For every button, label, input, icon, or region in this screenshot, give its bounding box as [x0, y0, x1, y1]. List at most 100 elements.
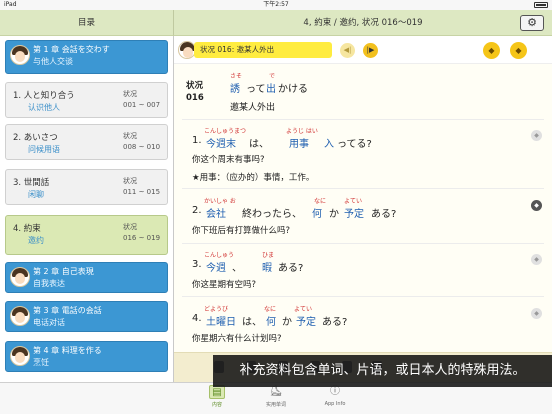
lesson-status-label: 状况	[123, 177, 137, 185]
ruby-text: ひま	[262, 252, 275, 259]
clock: 下午2:57	[263, 1, 289, 8]
sentence-jp-part: 、	[232, 263, 242, 274]
sidebar-chapter-2[interactable]: 第 2 章 自己表現 自我表达	[5, 262, 168, 293]
sidebar-lesson-4[interactable]: 4. 約束 邀约 状况 016 ~ 019	[5, 215, 168, 255]
sentence-note: ★用事：（应办的）事情，工作。	[192, 173, 315, 183]
sentence-jp-part: 予定	[344, 209, 364, 220]
sentence-jp-part: 土曜日	[206, 317, 236, 328]
sidebar-lesson-3[interactable]: 3. 世間話 闲聊 状况 011 ~ 015	[5, 169, 168, 205]
tag-icon[interactable]: ◆	[531, 308, 542, 319]
avatar-icon	[10, 346, 30, 366]
chapter-title: 第 4 章 料理を作る	[33, 346, 102, 355]
sentence-jp-part: は、	[242, 317, 262, 328]
divider	[182, 119, 544, 120]
sentence-jp-part: ある?	[322, 317, 348, 328]
tab-vocabulary[interactable]: ⛸ 实用单词	[246, 385, 306, 408]
avatar-icon	[10, 306, 30, 326]
shoe-icon: ⛸	[269, 386, 283, 397]
ruby-text: かいしゃ お	[204, 198, 236, 205]
book-icon: ▤	[209, 385, 225, 399]
tag-icon[interactable]: ◆	[483, 42, 500, 59]
sidebar-lesson-2[interactable]: 2. あいさつ 问候用语 状况 008 ~ 010	[5, 124, 168, 160]
sidebar-chapter-3[interactable]: 第 3 章 電話の会話 电话对话	[5, 301, 168, 332]
chapter-title: 第 3 章 電話の会話	[33, 306, 102, 315]
ruby-text: こんしゅう	[204, 252, 235, 259]
ruby-text: よてい	[294, 306, 313, 313]
sentence-jp-part: 会社	[206, 209, 226, 220]
scenario-label: 状况	[186, 81, 204, 91]
sentence-cn: 你星期六有什么计划吗?	[192, 334, 282, 344]
sidebar-chapter-4[interactable]: 第 4 章 料理を作る 烹饪	[5, 341, 168, 372]
sentence-jp-part: 暇	[262, 263, 272, 274]
lesson-status-label: 状况	[123, 132, 137, 140]
lesson-title: 3. 世間話	[13, 178, 50, 188]
sentence-jp-part: 入	[324, 139, 334, 150]
scenario-cn: 邀某人外出	[230, 103, 276, 113]
ruby-text: こんしゅうまつ	[204, 128, 247, 135]
lesson-subtitle: 闲聊	[28, 190, 44, 199]
divider	[182, 296, 544, 297]
scenario-toolbar: 状况 016: 邀某人外出 ◀| |▶ ◆ ◆	[174, 36, 552, 64]
tab-label: 实用单词	[265, 402, 286, 408]
sentence-jp-part: か	[282, 317, 292, 328]
sentence-jp-part: 今週末	[206, 139, 236, 150]
tab-label: 内容	[211, 402, 222, 408]
tag-icon[interactable]: ◆	[531, 200, 542, 211]
divider	[182, 243, 544, 244]
sentence-number: 1.	[192, 135, 202, 146]
sentence-cn: 你这个周末有事吗?	[192, 155, 265, 165]
lesson-status-label: 状况	[123, 90, 137, 98]
tab-content[interactable]: ▤ 内容	[187, 385, 247, 408]
chapter-title: 第 2 章 自己表現	[33, 267, 94, 276]
chapter-subtitle: 电话对话	[33, 318, 65, 327]
content-navbar: 4, 約束 / 邀约, 状况 016～019 ⚙	[174, 10, 552, 36]
settings-button[interactable]: ⚙	[520, 15, 544, 31]
scenario-jp-part: 出	[266, 84, 276, 95]
ruby-text: なに	[264, 306, 277, 313]
sentence-number: 2.	[192, 205, 202, 216]
status-bar: iPad 下午2:57	[0, 0, 552, 10]
sidebar-chapter-1[interactable]: 第 1 章 会話を交わす 与他人交谈	[5, 40, 168, 74]
scenario-selector[interactable]: 状况 016: 邀某人外出	[194, 42, 332, 58]
sentence-cn: 你这星期有空吗?	[192, 280, 257, 290]
sidebar-title: 目录	[77, 18, 95, 28]
sentence-number: 3.	[192, 259, 202, 270]
sentence-jp-part: は、	[249, 139, 269, 150]
ruby-text: さそ	[230, 73, 243, 80]
skip-forward-icon[interactable]: |▶	[363, 43, 378, 58]
scenario-number: 016	[186, 93, 204, 103]
tab-app-info[interactable]: ⓘ App Info	[305, 385, 365, 407]
sentence-jp-part: 何	[266, 317, 276, 328]
lesson-title: 4. 約束	[13, 224, 41, 234]
content-title: 4, 約束 / 邀约, 状况 016～019	[303, 18, 423, 28]
scenario-jp-part: 誘	[230, 84, 240, 95]
lesson-range: 011 ~ 015	[123, 188, 161, 196]
lesson-subtitle: 问候用语	[28, 145, 60, 154]
chapter-subtitle: 与他人交谈	[33, 57, 73, 66]
tab-label: App Info	[324, 401, 346, 407]
scenario-jp-part: って	[246, 84, 266, 95]
tag-icon[interactable]: ◆	[531, 254, 542, 265]
skip-back-icon[interactable]: ◀|	[340, 43, 355, 58]
tag-icon[interactable]: ◆	[531, 130, 542, 141]
sentence-jp-part: 予定	[296, 317, 316, 328]
sentence-jp-part: ある?	[278, 263, 304, 274]
feature-caption: 补充资料包含单词、片语，或日本人的特殊用法。	[213, 355, 552, 387]
avatar-icon	[10, 45, 30, 65]
lesson-range: 016 ~ 019	[123, 234, 161, 242]
sidebar-navbar: 目录	[0, 10, 174, 36]
avatar-icon	[10, 267, 30, 287]
sentence-jp-part: 終わったら、	[242, 209, 302, 220]
chapter-title: 第 1 章 会話を交わす	[33, 45, 110, 54]
sentence-jp-part: 用事	[289, 139, 309, 150]
sidebar-lesson-1[interactable]: 1. 人と知り合う 认识他人 状况 001 ~ 007	[5, 82, 168, 118]
sentence-jp-part: 今週	[206, 263, 226, 274]
tag-filter-icon[interactable]: ◆	[510, 42, 527, 59]
ruby-text: で	[269, 73, 276, 80]
gear-icon: ⚙	[527, 16, 537, 29]
chapter-subtitle: 自我表达	[33, 279, 65, 288]
ruby-text: ようじ はい	[286, 128, 318, 135]
sentence-jp-part: 何	[312, 209, 322, 220]
lesson-range: 008 ~ 010	[123, 143, 161, 151]
battery-indicator	[532, 0, 548, 10]
